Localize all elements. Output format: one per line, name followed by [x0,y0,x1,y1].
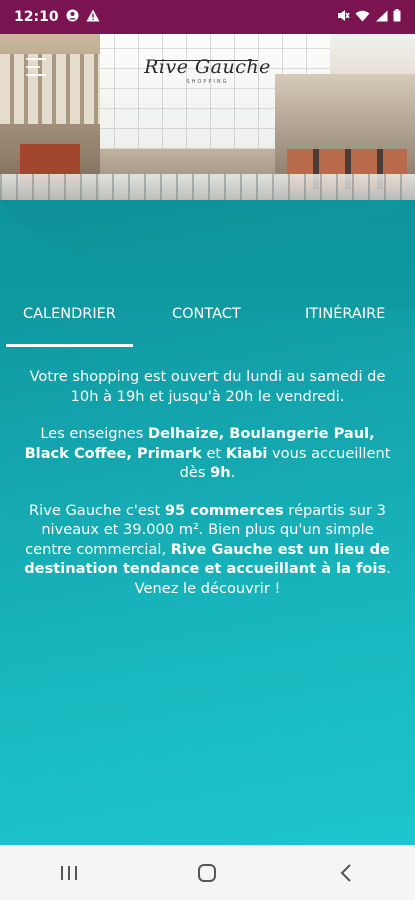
text: et [201,444,226,462]
early-opening-text: Les enseignes Delhaize, Boulangerie Paul… [20,424,395,483]
text: Rive Gauche c'est [29,501,165,519]
status-right [337,9,401,25]
status-time: 12:10 [14,9,59,25]
status-left: 12:10 [14,9,100,26]
mute-icon [337,9,350,25]
active-tab-indicator [6,344,133,347]
text: . [230,464,236,481]
status-bar: 12:10 [0,0,415,34]
tab-bar: CALENDRIER CONTACT ITINÉRAIRE [0,300,415,348]
recent-apps-icon[interactable] [39,853,99,893]
warning-icon [86,9,100,26]
tab-calendrier[interactable]: CALENDRIER [23,306,116,322]
back-icon[interactable] [316,853,376,893]
home-icon[interactable] [177,853,237,893]
bold-text: 95 commerces [164,501,284,519]
opening-hours-text: Votre shopping est ouvert du lundi au sa… [29,368,386,405]
tab-itineraire[interactable]: ITINÉRAIRE [305,306,385,322]
signal-icon [375,10,388,25]
text: Les enseignes [40,425,149,442]
bold-text: 9h [210,464,231,481]
logo-subtitle: SHOPPING [186,79,229,85]
about-text: Rive Gauche c'est 95 commerces répartis … [20,501,395,599]
account-circle-icon [66,9,79,26]
wifi-icon [355,10,370,25]
calendar-content: Votre shopping est ouvert du lundi au sa… [20,367,395,616]
hero-curve [0,200,415,310]
logo: Rive Gauche [144,56,271,78]
battery-icon [393,9,401,25]
bold-text: Kiabi [225,444,268,462]
tab-contact[interactable]: CONTACT [172,306,241,322]
system-nav-bar [0,845,415,900]
